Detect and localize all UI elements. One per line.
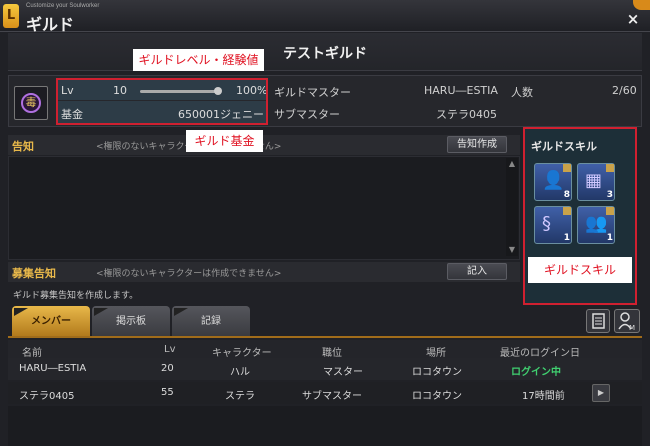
svg-text:M: M — [629, 324, 635, 332]
member-last-login: 17時間前 — [522, 391, 565, 402]
col-level: Lv — [164, 344, 176, 355]
member-name: ステラ0405 — [19, 391, 75, 402]
guild-emblem-icon[interactable]: 毒 — [14, 86, 48, 120]
tab-members[interactable]: メンバー — [12, 306, 90, 336]
col-rank: 職位 — [322, 348, 342, 359]
funds-annotation: ギルド基金 — [186, 130, 263, 152]
guild-header: テストギルド — [8, 33, 642, 71]
col-name: 名前 — [22, 348, 42, 359]
row-expand-icon[interactable]: ▶ — [592, 384, 610, 402]
level-annotation: ギルドレベル・経験値 — [133, 49, 264, 71]
tab-log[interactable]: 記録 — [172, 306, 250, 336]
member-name: HARU―ESTIA — [19, 363, 87, 374]
level-funds-highlight — [56, 78, 268, 125]
soulworker-logo-icon: L — [3, 4, 19, 28]
guild-master-label: ギルドマスター — [274, 86, 351, 99]
window-subtitle: Customize your Soulworker — [26, 3, 100, 9]
notification-badge — [633, 0, 650, 10]
member-character: ハル — [230, 367, 250, 378]
window-title: ギルド — [26, 15, 75, 34]
sub-master-label: サブマスター — [274, 108, 340, 121]
scroll-down-icon[interactable]: ▼ — [507, 246, 517, 254]
member-count-label: 人数 — [511, 86, 533, 99]
member-level: 55 — [161, 387, 174, 398]
col-location: 場所 — [426, 348, 446, 359]
member-level: 20 — [161, 363, 174, 374]
recruit-hint: <権限のないキャラクターは作成できません> — [96, 269, 282, 279]
member-rank: マスター — [323, 367, 363, 378]
write-recruit-button[interactable]: 記入 — [447, 263, 507, 280]
member-character: ステラ — [225, 391, 255, 402]
member-location: ロコタウン — [412, 367, 462, 378]
table-row[interactable]: ステラ0405 55 ステラ サブマスター ロコタウン 17時間前 — [8, 382, 642, 404]
tab-label: 記録 — [201, 316, 221, 327]
tab-label: 掲示板 — [116, 316, 146, 327]
member-rank: サブマスター — [302, 391, 362, 402]
table-row[interactable]: HARU―ESTIA 20 ハル マスター ロコタウン ログイン中 — [8, 358, 642, 380]
skills-annotation: ギルドスキル — [528, 257, 632, 283]
member-manage-icon[interactable]: M — [614, 309, 640, 333]
close-button[interactable]: × — [624, 10, 642, 28]
recruit-text: ギルド募集告知を作成します。 — [13, 291, 139, 301]
notice-text-area[interactable] — [8, 156, 520, 260]
scroll-up-icon[interactable]: ▲ — [507, 160, 517, 168]
notice-scrollbar[interactable]: ▲ ▼ — [506, 158, 518, 256]
create-notice-button[interactable]: 告知作成 — [447, 136, 507, 153]
recruit-label: 募集告知 — [12, 267, 56, 280]
col-character: キャラクター — [212, 348, 272, 359]
notice-label: 告知 — [12, 140, 34, 153]
tab-bar: メンバー 掲示板 記録 — [8, 306, 642, 336]
document-icon[interactable] — [586, 309, 610, 333]
tab-board[interactable]: 掲示板 — [92, 306, 170, 336]
guild-name: テストギルド — [283, 46, 367, 62]
sub-master-value: ステラ0405 — [436, 108, 497, 121]
list-empty-area — [8, 406, 642, 446]
guild-master-value: HARU―ESTIA — [424, 84, 498, 97]
member-location: ロコタウン — [412, 391, 462, 402]
member-last-login: ログイン中 — [511, 367, 561, 378]
tab-label: メンバー — [31, 316, 71, 327]
member-count-value: 2/60 — [612, 84, 637, 97]
guild-window: L Customize your Soulworker ギルド × テストギルド… — [0, 0, 650, 446]
col-last-login: 最近のログイン日 — [500, 348, 580, 359]
tab-underline — [8, 336, 642, 338]
